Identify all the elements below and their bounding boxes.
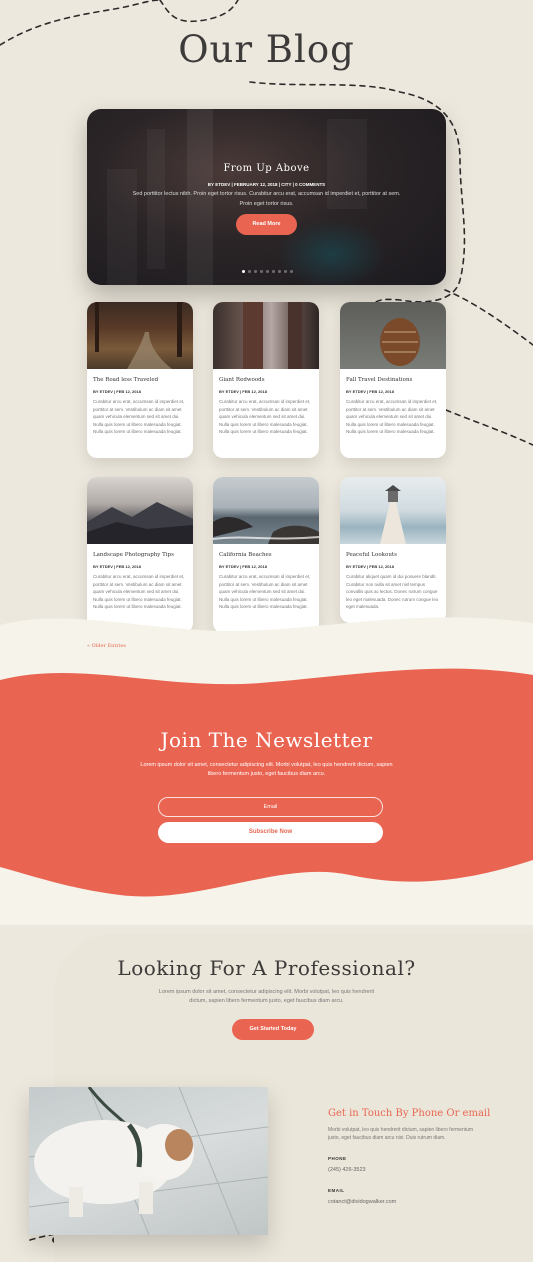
professional-description: Lorem ipsum dolor sit amet, consectetur … [158,989,375,1004]
slide-title[interactable]: From Up Above [87,163,446,174]
pinecone-illustration [380,318,420,366]
beach-rocks-illustration [213,517,319,544]
slider-dot[interactable] [254,270,257,273]
subscribe-button[interactable]: Subscribe Now [158,822,383,843]
email-label: EMAIL [328,1188,345,1193]
slider-dot[interactable] [248,270,251,273]
post-image-beach[interactable] [213,477,319,544]
post-image-forest-road[interactable] [87,302,193,369]
slider-dot[interactable] [278,270,281,273]
slide-meta: BY ETDEV | FEBRUARY 12, 2018 | CITY | 0 … [207,182,326,187]
post-title[interactable]: Fall Travel Destinations [346,377,440,383]
post-card[interactable]: Fall Travel Destinations BY ETDEV | FEB … [340,302,446,458]
post-card[interactable]: Giant Redwoods BY ETDEV | FEB 12, 2018 C… [213,302,319,458]
post-card[interactable]: Peaceful Lookouts BY ETDEV | FEB 12, 201… [340,477,446,623]
phone-number[interactable]: (245) 426-3523 [328,1167,366,1173]
phone-label: PHONE [328,1156,347,1161]
mountains-illustration [87,502,193,544]
post-title[interactable]: Landscape Photography Tips [93,552,187,558]
slider-dot[interactable] [266,270,269,273]
post-excerpt: Curabitur arcu erat, accumsan id imperdi… [219,399,311,435]
post-image-mountains[interactable] [87,477,193,544]
slider-dot[interactable] [290,270,293,273]
slider-dot[interactable] [242,270,245,273]
newsletter-description: Lorem ipsum dolor sit amet, consectetur … [140,762,393,777]
post-meta: BY ETDEV | FEB 12, 2018 [93,389,141,394]
post-image-pier[interactable] [340,477,446,544]
email-input[interactable] [158,797,383,817]
post-card[interactable]: The Road less Traveled BY ETDEV | FEB 12… [87,302,193,458]
post-excerpt: Curabitur arcu erat, accumsan id imperdi… [93,399,185,435]
slider-dot[interactable] [272,270,275,273]
post-title[interactable]: The Road less Traveled [93,377,187,383]
slide-excerpt: Sed porttitor lectus nibh. Proin eget to… [132,191,401,207]
featured-post-slider[interactable]: From Up Above BY ETDEV | FEBRUARY 12, 20… [87,109,446,285]
bulldog-illustration [29,1087,268,1235]
post-meta: BY ETDEV | FEB 12, 2018 [346,389,394,394]
post-meta: BY ETDEV | FEB 12, 2018 [346,564,394,569]
redwood-trunks-illustration [243,302,302,369]
get-started-button[interactable]: Get Started Today [232,1019,314,1040]
post-title[interactable]: California Beaches [219,552,313,558]
post-meta: BY ETDEV | FEB 12, 2018 [93,564,141,569]
older-entries-link[interactable]: « Older Entries [87,643,126,649]
slider-dot[interactable] [284,270,287,273]
contact-title: Get in Touch By Phone Or email [328,1108,491,1119]
post-excerpt: Curabitur arcu erat, accumsan id imperdi… [346,399,438,435]
email-address[interactable]: cotanct@dividogwalker.com [328,1199,396,1205]
professional-title: Looking For A Professional? [117,956,416,980]
page-title: Our Blog [178,28,355,71]
post-title[interactable]: Peaceful Lookouts [346,552,440,558]
post-image-redwoods[interactable] [213,302,319,369]
post-meta: BY ETDEV | FEB 12, 2018 [219,389,267,394]
post-image-pinecone[interactable] [340,302,446,369]
dog-photo [29,1087,268,1235]
forest-road-illustration [95,302,182,369]
slider-dot[interactable] [260,270,263,273]
contact-description: Morbi volutpat, leo quis hendrerit dictu… [328,1127,474,1141]
read-more-button[interactable]: Read More [236,214,297,235]
post-meta: BY ETDEV | FEB 12, 2018 [219,564,267,569]
pier-illustration [380,485,406,544]
newsletter-title: Join The Newsletter [160,728,373,752]
slider-pagination [242,270,293,273]
post-title[interactable]: Giant Redwoods [219,377,313,383]
